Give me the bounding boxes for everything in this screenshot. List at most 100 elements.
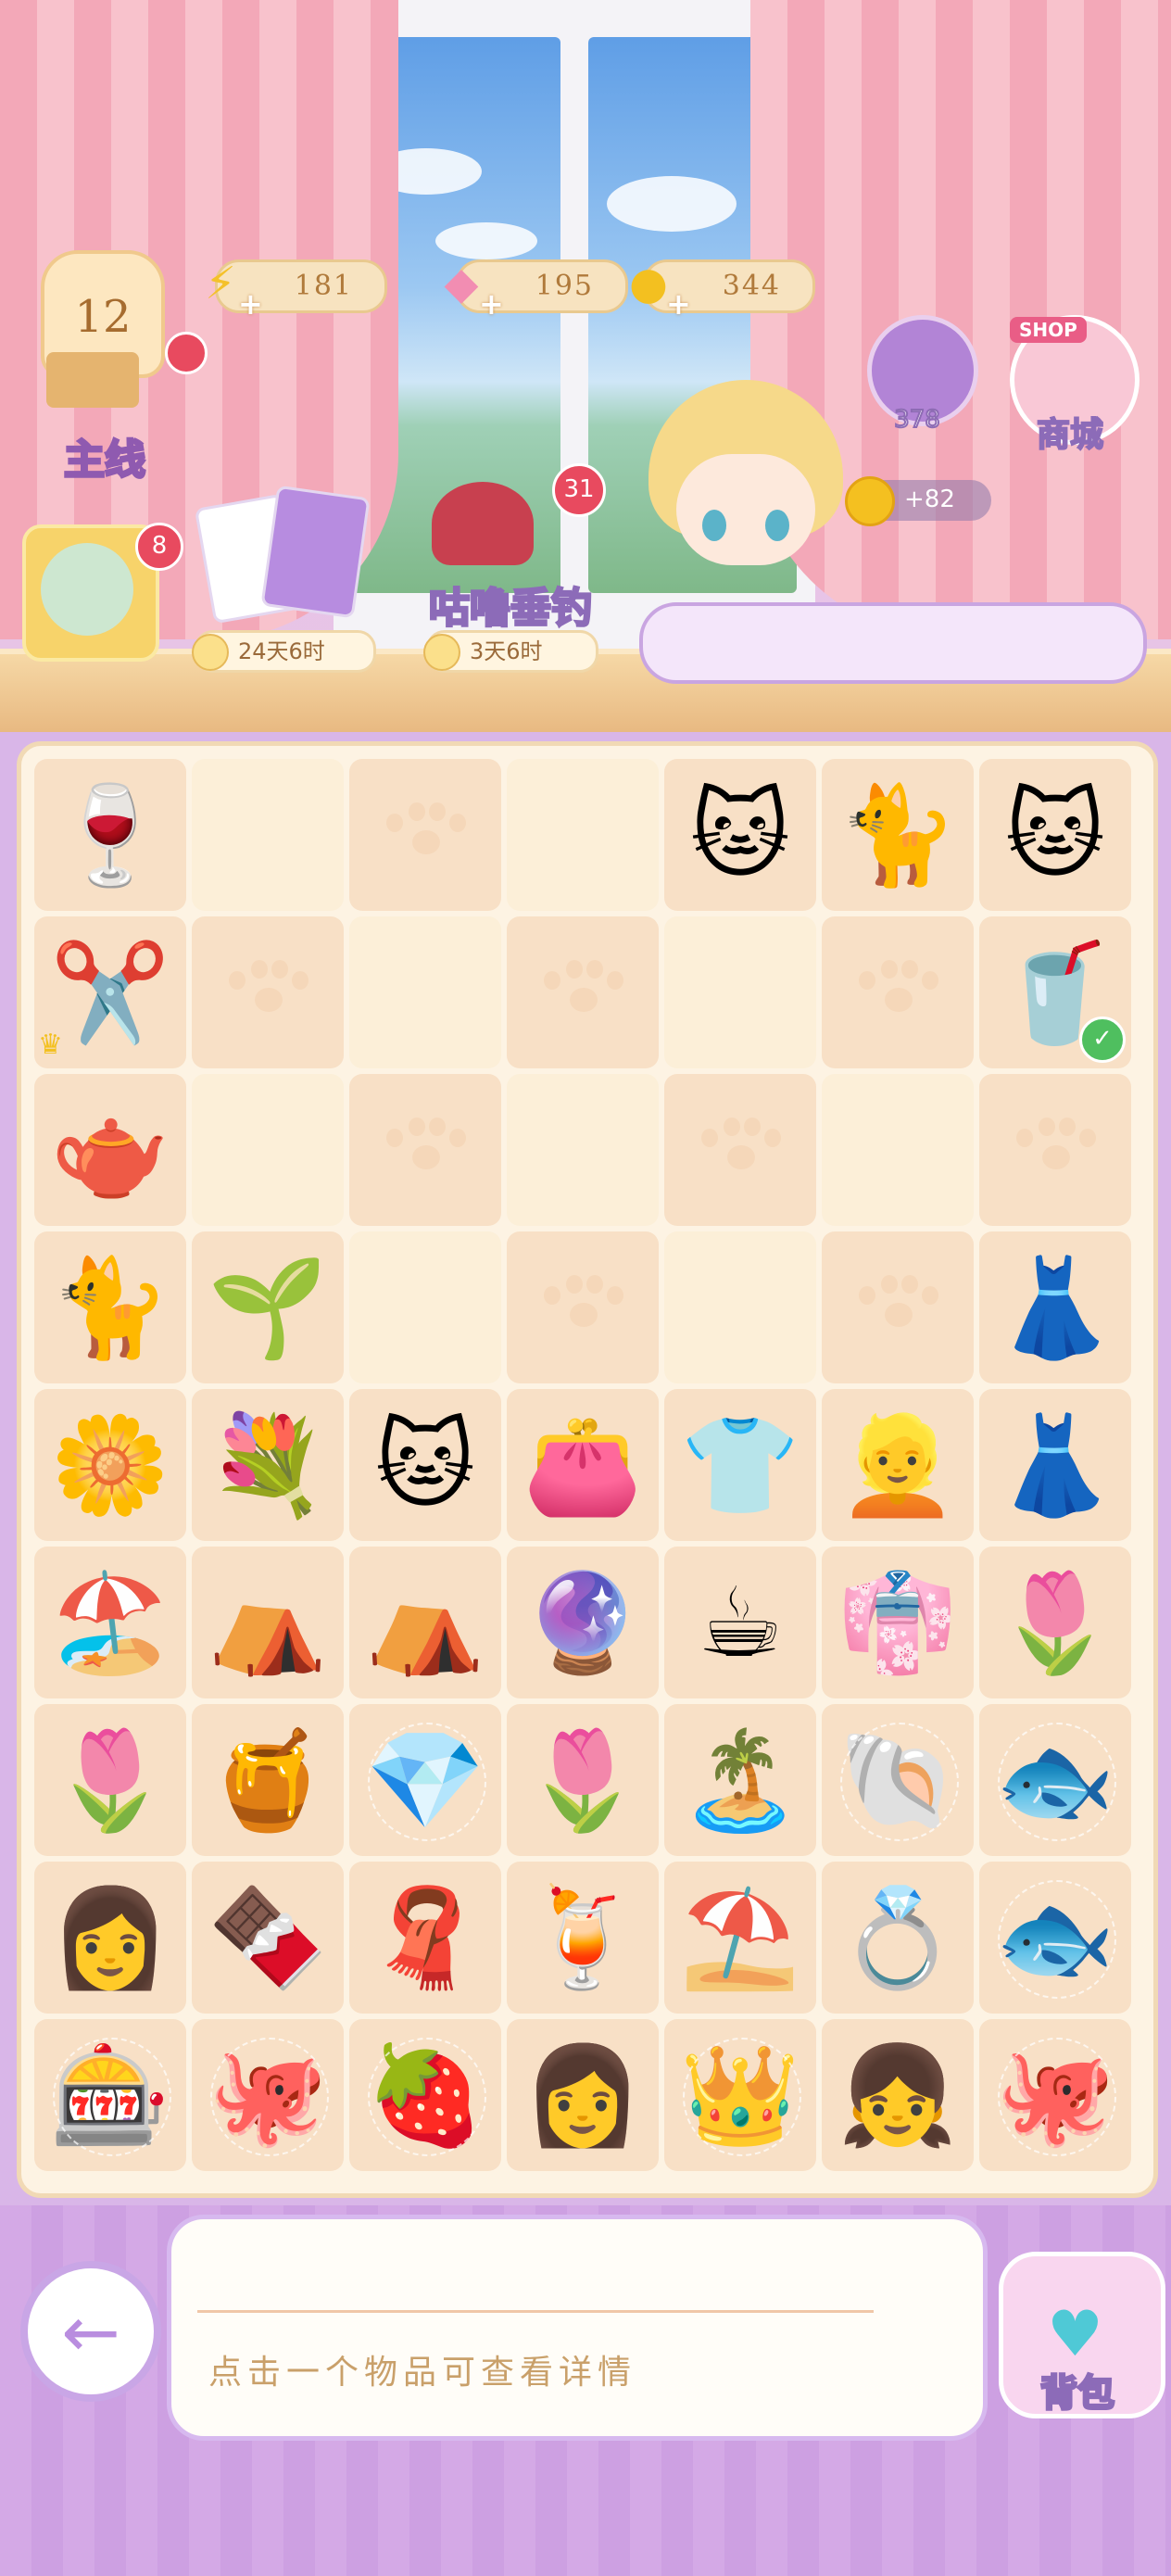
board-cell-item[interactable]: 🫖 <box>34 1074 186 1226</box>
board-cell-item[interactable]: 🐙 <box>979 2019 1131 2171</box>
board-cell-item[interactable]: 👕 <box>664 1389 816 1541</box>
board-cell-item[interactable]: 👩 <box>507 2019 659 2171</box>
fishing-event-button[interactable]: 31 咕噜垂钓 <box>404 463 617 634</box>
board-cell-item[interactable]: 💎 <box>349 1704 501 1856</box>
paw-icon <box>699 1118 781 1182</box>
paw-icon <box>542 1275 623 1340</box>
board-cell-empty[interactable] <box>822 1231 974 1383</box>
board-cell-item[interactable]: 🐈 <box>34 1231 186 1383</box>
likes-button[interactable]: 378 <box>862 315 978 436</box>
board-cell-empty[interactable] <box>822 1074 974 1226</box>
board-cell-item[interactable]: 👘 <box>822 1547 974 1698</box>
board-cell-empty[interactable] <box>192 1074 344 1226</box>
board-cell-item[interactable]: 👑 <box>664 2019 816 2171</box>
board-cell-item[interactable]: 👗 <box>979 1231 1131 1383</box>
board-cell-empty[interactable] <box>664 1074 816 1226</box>
board-cell-empty[interactable] <box>664 1231 816 1383</box>
board-cell-item[interactable]: 💐 <box>192 1389 344 1541</box>
checkmark-icon: ✓ <box>1079 1017 1126 1063</box>
customer-character[interactable] <box>639 380 852 612</box>
board-cell-item[interactable]: ⛺ <box>192 1547 344 1698</box>
board-cell-item[interactable]: 🎰 <box>34 2019 186 2171</box>
card-event-button[interactable] <box>194 482 380 625</box>
board-cell-empty[interactable] <box>349 1231 501 1383</box>
board-cell-item[interactable]: 🍯 <box>192 1704 344 1856</box>
board-cell-item[interactable]: 🐟 <box>979 1862 1131 2014</box>
board-cell-item[interactable]: 🐈 <box>822 759 974 911</box>
item-icon: 👕 <box>680 1408 800 1522</box>
board-cell-empty[interactable] <box>507 916 659 1068</box>
board-cell-empty[interactable] <box>349 759 501 911</box>
board-cell-item[interactable]: 👩 <box>34 1862 186 2014</box>
cobweb-icon <box>840 1723 959 1841</box>
add-energy-icon[interactable]: + <box>238 286 263 322</box>
board-cell-item[interactable]: 🔮 <box>507 1547 659 1698</box>
item-icon: 👩 <box>523 2039 643 2152</box>
customer-orders-bar[interactable] <box>639 602 1147 684</box>
fishing-timer-text: 3天6时 <box>470 638 543 664</box>
shop-button[interactable]: SHOP 商城 <box>991 297 1149 455</box>
cobweb-icon <box>210 2038 329 2156</box>
board-cell-item[interactable]: ✂️ ♛ <box>34 916 186 1068</box>
board-cell-item[interactable]: 🐙 <box>192 2019 344 2171</box>
board-cell-item[interactable]: 🐚 <box>822 1704 974 1856</box>
item-icon: 🌷 <box>995 1566 1115 1679</box>
energy-counter[interactable]: ⚡ + 181 <box>205 258 387 322</box>
item-icon: 👱 <box>837 1408 958 1522</box>
event-globe-button[interactable]: 8 <box>22 523 183 662</box>
board-cell-item[interactable]: 👱 <box>822 1389 974 1541</box>
board-cell-empty[interactable] <box>192 916 344 1068</box>
item-icon: 🌷 <box>523 1724 643 1837</box>
heart-icon: ♥ <box>1047 2298 1103 2371</box>
main-quest-label: 主线 <box>63 436 147 486</box>
main-quest-button[interactable]: 主线 <box>26 332 208 486</box>
board-cell-empty[interactable] <box>664 916 816 1068</box>
paw-icon <box>384 1118 466 1182</box>
board-cell-item[interactable]: ⛺ <box>349 1547 501 1698</box>
board-cell-item[interactable]: 💍 <box>822 1862 974 2014</box>
board-cell-item[interactable]: 🐟 <box>979 1704 1131 1856</box>
item-icon: 🐈 <box>50 1251 170 1364</box>
paw-icon <box>857 1275 938 1340</box>
item-icon: 🌷 <box>50 1724 170 1837</box>
gem-counter[interactable]: ◆ + 195 <box>445 258 628 322</box>
coin-counter[interactable]: ● + 344 <box>629 258 815 322</box>
item-icon: 🏖️ <box>50 1566 170 1679</box>
board-cell-item[interactable]: 🍷 <box>34 759 186 911</box>
clock-icon <box>192 634 229 671</box>
board-cell-item[interactable]: 🌷 <box>507 1704 659 1856</box>
paw-icon <box>1014 1118 1096 1182</box>
board-cell-empty[interactable] <box>192 759 344 911</box>
board-cell-item[interactable]: 👛 <box>507 1389 659 1541</box>
board-cell-item[interactable]: 🍹 <box>507 1862 659 2014</box>
board-cell-item[interactable]: 🌷 <box>34 1704 186 1856</box>
board-cell-empty[interactable] <box>507 1074 659 1226</box>
backpack-button[interactable]: ♥ 背包 <box>989 2224 1165 2428</box>
board-cell-item[interactable]: 🐱 <box>349 1389 501 1541</box>
board-cell-item[interactable]: 🧣 <box>349 1862 501 2014</box>
board-cell-item[interactable]: ☕ <box>664 1547 816 1698</box>
board-cell-item[interactable]: 👗 <box>979 1389 1131 1541</box>
board-cell-empty[interactable] <box>507 759 659 911</box>
board-cell-item[interactable]: 🌷 <box>979 1547 1131 1698</box>
board-cell-item[interactable]: 🐱 <box>979 759 1131 911</box>
board-cell-empty[interactable] <box>349 916 501 1068</box>
board-cell-empty[interactable] <box>979 1074 1131 1226</box>
income-value: +82 <box>904 486 955 513</box>
board-cell-item[interactable]: 🥤 ✓ <box>979 916 1131 1068</box>
back-button[interactable]: ← <box>20 2261 161 2402</box>
board-cell-item[interactable]: 🍓 <box>349 2019 501 2171</box>
board-cell-empty[interactable] <box>507 1231 659 1383</box>
board-cell-item[interactable]: 🌼 <box>34 1389 186 1541</box>
board-cell-empty[interactable] <box>349 1074 501 1226</box>
add-gem-icon[interactable]: + <box>479 286 504 322</box>
board-cell-item[interactable]: 🏝️ <box>664 1704 816 1856</box>
board-cell-empty[interactable] <box>822 916 974 1068</box>
add-coin-icon[interactable]: + <box>666 286 691 322</box>
board-cell-item[interactable]: 🌱 <box>192 1231 344 1383</box>
board-cell-item[interactable]: 🍫 <box>192 1862 344 2014</box>
board-cell-item[interactable]: 🐱 <box>664 759 816 911</box>
board-cell-item[interactable]: 👧 <box>822 2019 974 2171</box>
board-cell-item[interactable]: ⛱️ <box>664 1862 816 2014</box>
board-cell-item[interactable]: 🏖️ <box>34 1547 186 1698</box>
